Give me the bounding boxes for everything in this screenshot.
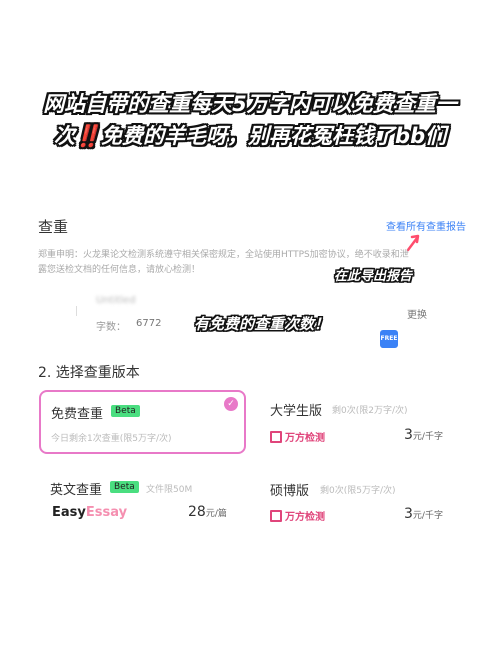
document-icon: [76, 306, 84, 316]
free-badge: FREE: [380, 330, 398, 348]
option-sub: 文件限50M: [146, 485, 193, 495]
notice-line-1: 郑重申明：火龙果论文检测系统遵守相关保密规定，全站使用HTTPS加密协议，绝不收…: [38, 250, 409, 260]
wanfang-logo: 万方检测: [270, 429, 325, 444]
export-annotation: 在此导出报告: [334, 269, 413, 284]
word-count: 6772: [136, 318, 162, 329]
option-sub: 剩0次(限5万字/次): [320, 486, 396, 496]
option-name: 免费查重: [51, 407, 104, 422]
change-document-button[interactable]: 更换: [407, 306, 427, 321]
price: 28元/篇: [188, 504, 227, 520]
wanfang-logo-icon: [270, 509, 282, 522]
view-reports-link[interactable]: 查看所有查重报告: [386, 218, 466, 233]
price-unit: 元/篇: [205, 509, 227, 519]
wanfang-logo: 万方检测: [270, 508, 325, 523]
brand-name: 万方检测: [285, 433, 325, 444]
price-value: 28: [188, 504, 206, 520]
section-title: 2. 选择查重版本: [38, 365, 140, 381]
headline-line-2: 次‼️免费的羊毛呀，别再花冤枉钱了bb们: [53, 124, 447, 148]
price-unit: 元/千字: [412, 432, 443, 442]
price: 3元/千字: [404, 427, 443, 443]
price-unit: 元/千字: [412, 511, 443, 521]
option-english[interactable]: 英文查重 Beta 文件限50M 28元/篇: [42, 472, 252, 532]
logo-part-a: Easy: [52, 505, 86, 520]
option-undergrad[interactable]: 大学生版 剩0次(限2万字/次) 万方检测 3元/千字: [268, 392, 468, 452]
logo-part-b: Essay: [85, 505, 128, 520]
card-title: 查重: [38, 218, 69, 236]
wanfang-logo-icon: [270, 430, 282, 443]
easyessay-logo: EasyEssay: [52, 505, 127, 520]
beta-badge: Beta: [111, 405, 140, 417]
document-name: Untitled: [96, 295, 136, 306]
option-name: 硕博版: [270, 484, 310, 499]
option-name: 大学生版: [270, 404, 323, 419]
headline-line-1: 网站自带的查重每天5万字内可以免费查重一: [43, 92, 457, 116]
option-free-check[interactable]: ✓ 免费查重 Beta 今日剩余1次查重(限5万字/次): [39, 390, 246, 454]
option-sub: 剩0次(限2万字/次): [332, 406, 408, 416]
headline: 网站自带的查重每天5万字内可以免费查重一 次‼️免费的羊毛呀，别再花冤枉钱了bb…: [0, 88, 500, 152]
free-count-annotation: 有免费的查重次数！: [194, 315, 330, 333]
beta-badge: Beta: [110, 481, 139, 493]
price: 3元/千字: [404, 506, 443, 522]
word-count-label: 字数：: [96, 322, 126, 333]
brand-name: 万方检测: [285, 512, 325, 523]
price-value: 3: [404, 427, 413, 443]
price-value: 3: [404, 506, 413, 522]
option-name: 英文查重: [50, 483, 103, 498]
option-master[interactable]: 硕博版 剩0次(限5万字/次) 万方检测 3元/千字: [268, 476, 468, 536]
checkmark-icon: ✓: [224, 397, 238, 411]
option-sub: 今日剩余1次查重(限5万字/次): [51, 434, 172, 444]
